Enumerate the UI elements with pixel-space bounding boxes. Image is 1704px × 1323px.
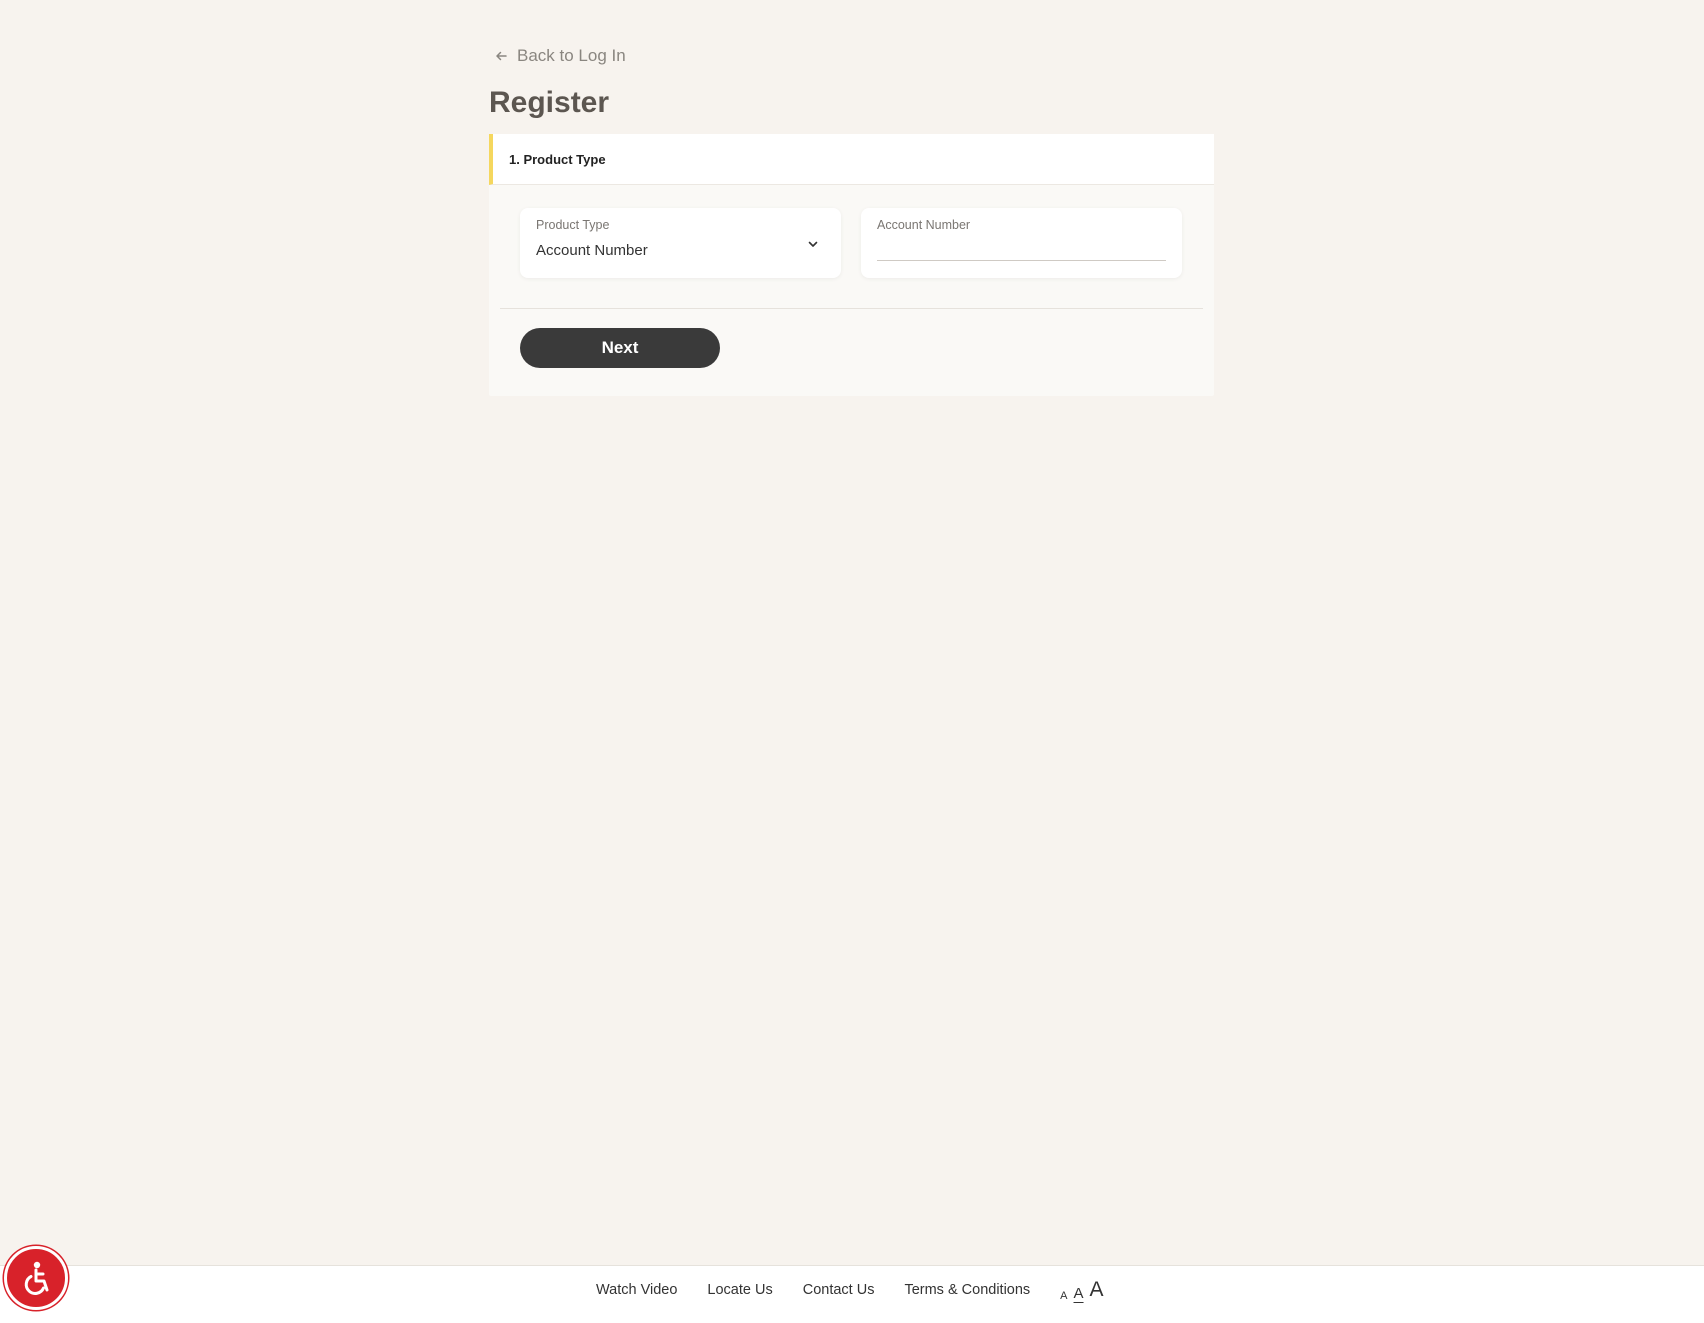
step-label: 1. Product Type xyxy=(509,151,606,167)
font-size-small-button[interactable]: A xyxy=(1060,1290,1067,1302)
next-button[interactable]: Next xyxy=(520,328,720,368)
contact-us-link[interactable]: Contact Us xyxy=(803,1282,875,1298)
font-size-medium-button[interactable]: A xyxy=(1074,1285,1084,1302)
account-number-field[interactable]: Account Number xyxy=(861,208,1182,278)
product-type-value: Account Number xyxy=(536,242,648,259)
step-header: 1. Product Type xyxy=(489,134,1214,185)
accessibility-button[interactable] xyxy=(4,1246,68,1310)
terms-conditions-link[interactable]: Terms & Conditions xyxy=(904,1282,1030,1298)
footer: Watch Video Locate Us Contact Us Terms &… xyxy=(0,1265,1704,1323)
font-size-controls: A A A xyxy=(1060,1278,1103,1302)
locate-us-link[interactable]: Locate Us xyxy=(707,1282,772,1298)
watch-video-link[interactable]: Watch Video xyxy=(596,1282,677,1298)
back-to-login-link[interactable]: Back to Log In xyxy=(489,40,626,72)
form-actions: Next xyxy=(489,309,1214,396)
footer-links: Watch Video Locate Us Contact Us Terms &… xyxy=(596,1266,1104,1314)
arrow-left-icon xyxy=(496,51,507,61)
account-number-label: Account Number xyxy=(877,218,971,232)
page: Back to Log In Register 1. Product Type … xyxy=(0,0,1704,1323)
chevron-down-icon xyxy=(808,241,818,247)
page-title: Register xyxy=(489,86,610,119)
product-type-label: Product Type xyxy=(536,218,610,232)
font-size-large-button[interactable]: A xyxy=(1090,1278,1104,1302)
input-underline xyxy=(877,260,1166,261)
registration-card: 1. Product Type Product Type Account Num… xyxy=(489,134,1214,396)
account-number-input[interactable] xyxy=(877,238,1166,258)
register-content: Back to Log In Register 1. Product Type … xyxy=(489,40,1214,396)
back-link-label: Back to Log In xyxy=(517,46,626,65)
accessibility-icon xyxy=(24,1261,49,1295)
form-fields: Product Type Account Number Account Numb… xyxy=(489,185,1214,278)
product-type-select[interactable]: Product Type Account Number xyxy=(520,208,841,278)
